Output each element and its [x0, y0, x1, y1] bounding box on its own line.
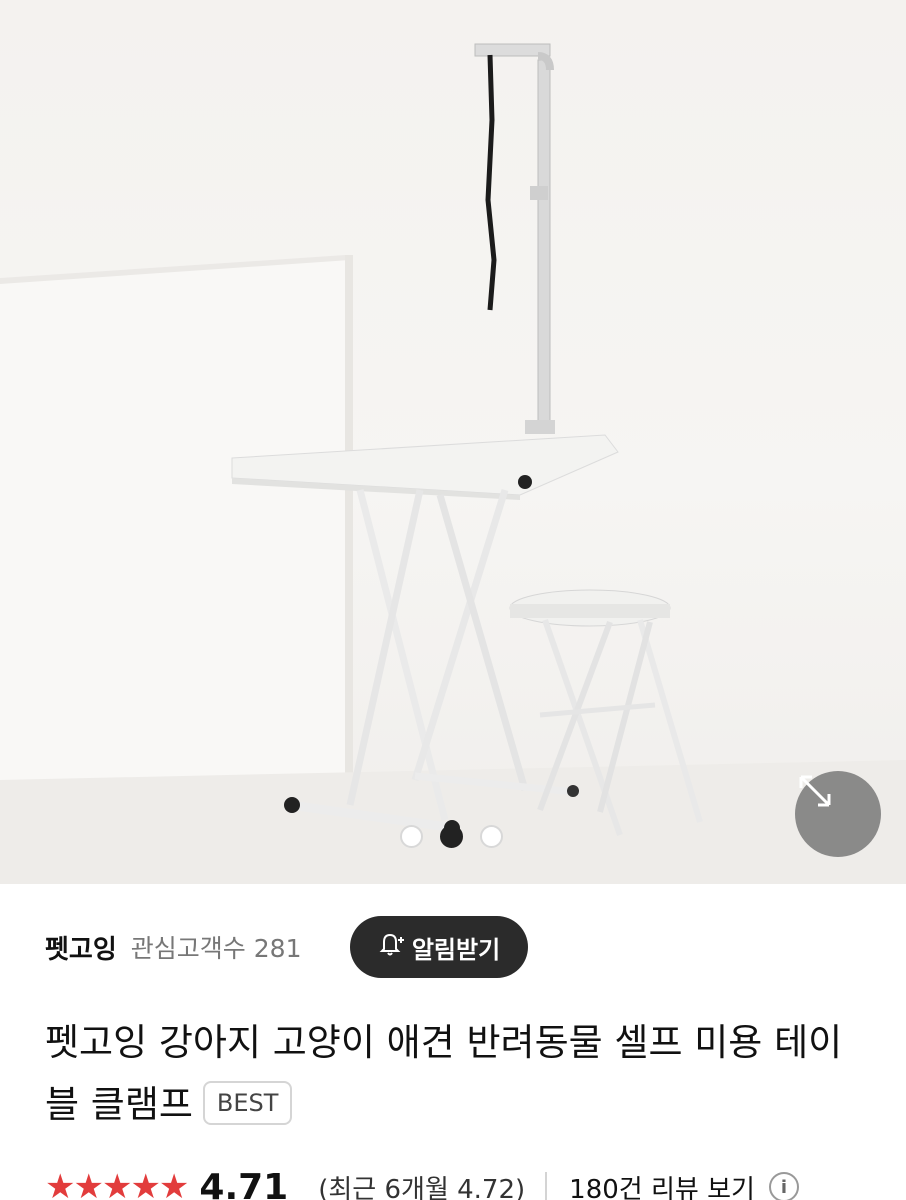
notify-label: 알림받기: [411, 935, 501, 964]
gallery-dot-1[interactable]: [400, 825, 423, 848]
gallery-dot-3[interactable]: [480, 825, 503, 848]
seller-row: 펫고잉 관심고객수 281 알림받기: [45, 916, 865, 978]
notify-button[interactable]: 알림받기: [350, 916, 528, 978]
followers-label: 관심고객수: [130, 934, 246, 963]
gallery-pagination: [400, 825, 503, 848]
review-link[interactable]: 180건 리뷰 보기: [569, 1169, 755, 1200]
bell-plus-icon: [378, 930, 406, 964]
best-badge: BEST: [202, 1080, 293, 1125]
recent-rating: (최근 6개월 4.72): [318, 1174, 526, 1200]
followers-count: 281: [253, 934, 302, 963]
product-title: 펫고잉 강아지 고양이 애견 반려동물 셀프 미용 테이블 클램프: [45, 1021, 843, 1126]
followers-info: 관심고객수 281: [131, 929, 302, 965]
info-icon[interactable]: i: [768, 1172, 799, 1200]
rating-row: ★★★★★ 4.71 (최근 6개월 4.72) 180건 리뷰 보기 i: [45, 1162, 905, 1200]
gallery-dot-2[interactable]: [440, 825, 463, 848]
rating-score: 4.71: [199, 1166, 289, 1200]
product-photo: [0, 43, 906, 884]
expand-image-button[interactable]: [795, 771, 881, 857]
seller-name[interactable]: 펫고잉: [45, 929, 117, 966]
product-title-block: 펫고잉 강아지 고양이 애견 반려동물 셀프 미용 테이블 클램프 BEST: [45, 1012, 875, 1136]
star-rating-icon: ★★★★★: [45, 1167, 189, 1200]
product-image-gallery[interactable]: [0, 0, 906, 884]
divider: [545, 1172, 548, 1200]
